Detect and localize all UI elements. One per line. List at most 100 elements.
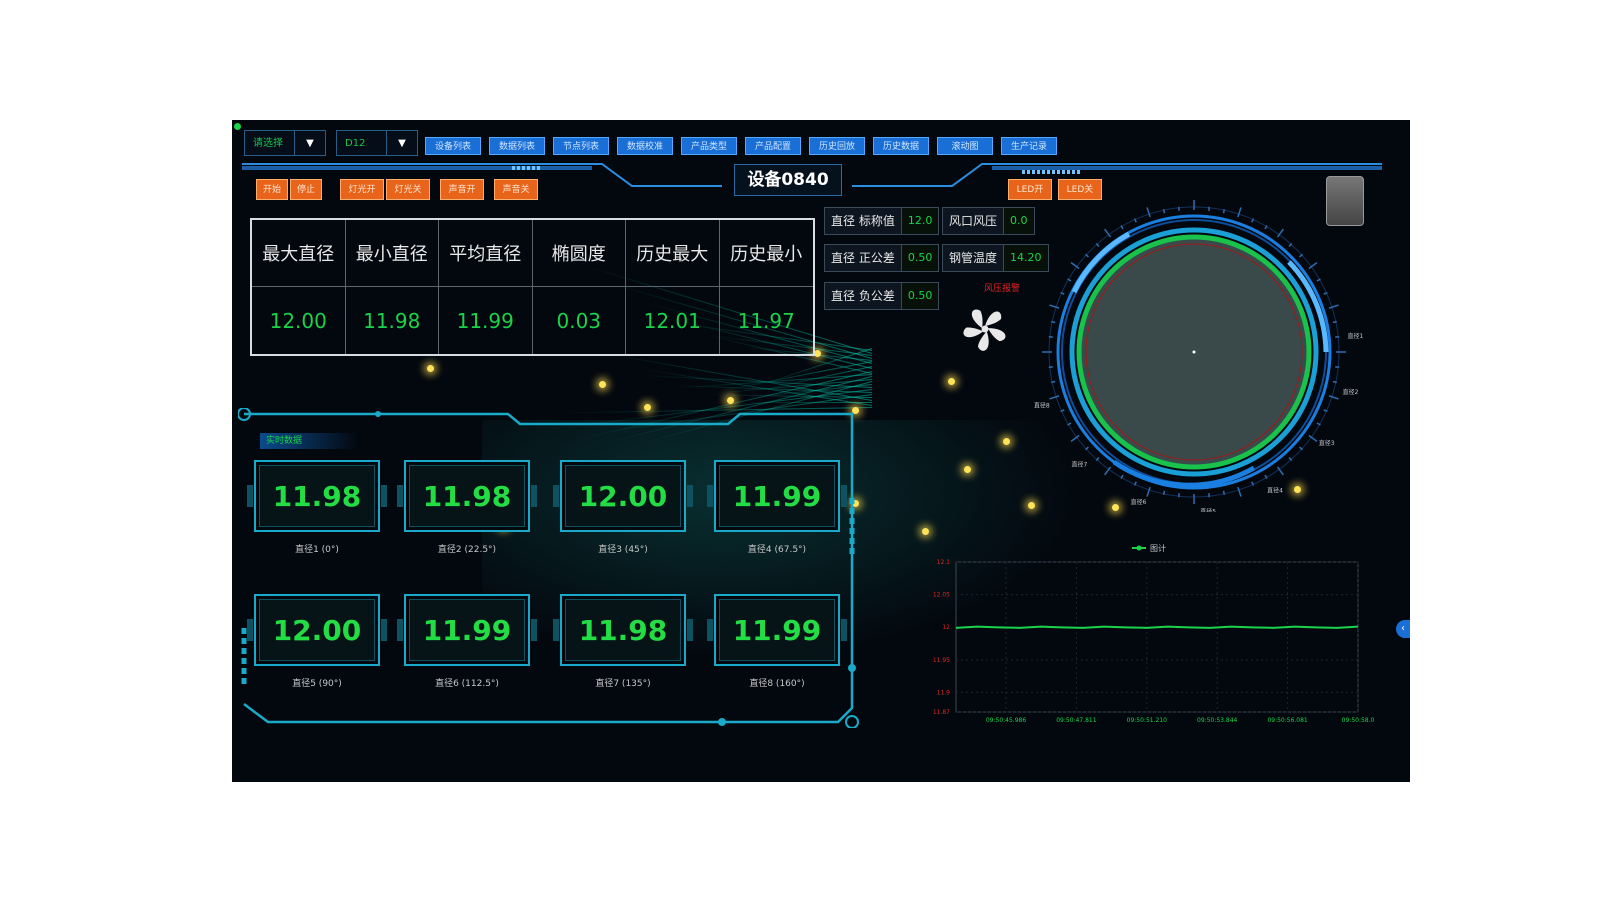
nav-scroll-chart[interactable]: 滚动图 [937, 137, 993, 155]
light-on-button[interactable]: 灯光开 [340, 179, 384, 200]
chart-x-tick-label: 09:50:56.081 [1267, 717, 1307, 724]
diameter-card: 12.00 [560, 460, 686, 532]
gauge-tick [1328, 304, 1339, 309]
diameter-card-label: 直径7 (135°) [595, 679, 651, 689]
gauge-label: 直径7 [1072, 461, 1088, 469]
nav-production-log[interactable]: 生产记录 [1001, 137, 1057, 155]
diameter-card-value: 11.98 [578, 613, 668, 647]
card-edge-tab [707, 485, 713, 507]
gauge-label: 直径6 [1131, 498, 1147, 506]
diameter-card: 11.99 [714, 460, 840, 532]
card-edge-tab [531, 619, 537, 641]
sound-on-button[interactable]: 声音开 [440, 179, 484, 200]
diameter-card-label: 直径3 (45°) [598, 545, 648, 555]
port-select[interactable]: 请选择 ▼ [244, 130, 326, 156]
stats-header: 历史最大 [626, 220, 720, 287]
start-button[interactable]: 开始 [256, 179, 288, 200]
param-value[interactable]: 0.50 [901, 245, 939, 271]
chart-y-tick-label: 12.1 [937, 559, 951, 566]
param-value[interactable]: 0.0 [1004, 208, 1034, 234]
chart-y-tick-label: 11.87 [933, 709, 950, 716]
device-select[interactable]: D12 ▼ [336, 130, 418, 156]
port-select-value: 请选择 [253, 138, 283, 149]
card-edge-tab [687, 619, 693, 641]
param-label: 风口风压 [943, 208, 1005, 234]
diameter-card-label: 直径6 (112.5°) [435, 679, 499, 689]
card-edge-tab [553, 619, 559, 641]
gauge-tick [1162, 490, 1166, 495]
stop-button[interactable]: 停止 [290, 179, 322, 200]
fan-icon [963, 309, 1006, 351]
chart-plot-area [955, 561, 1359, 713]
gauge-label: 直径8 [1034, 401, 1050, 409]
card-edge-tab [397, 485, 403, 507]
param-label: 直径 正公差 [825, 245, 902, 271]
positive-tolerance-field: 直径 正公差 0.50 [824, 244, 940, 272]
glow-dot [814, 350, 821, 357]
gauge-tick [1237, 486, 1242, 497]
card-edge-tab [247, 619, 253, 641]
diameter-card-value: 11.99 [732, 479, 822, 513]
nav-product-type[interactable]: 产品类型 [681, 137, 737, 155]
diameter-card-value: 11.99 [422, 613, 512, 647]
nav-data-calibration[interactable]: 数据校准 [617, 137, 673, 155]
light-off-button[interactable]: 灯光关 [386, 179, 430, 200]
nav-data-list[interactable]: 数据列表 [489, 137, 545, 155]
stats-value: 11.99 [439, 287, 533, 354]
glow-dot [948, 378, 955, 385]
param-label: 钢管温度 [943, 245, 1005, 271]
gauge-tick [1084, 253, 1089, 258]
stats-header: 椭圆度 [532, 220, 626, 287]
nav-device-list[interactable]: 设备列表 [425, 137, 481, 155]
diameter-card-value: 11.98 [272, 479, 362, 513]
sound-off-button[interactable]: 声音关 [494, 179, 538, 200]
nav-node-list[interactable]: 节点列表 [553, 137, 609, 155]
chart-y-tick-label: 11.95 [933, 657, 950, 664]
chart-x-tick-label: 09:50:58.0 [1342, 717, 1375, 724]
card-edge-tab [841, 619, 847, 641]
nav-history-data[interactable]: 历史数据 [873, 137, 929, 155]
gauge-tick [1051, 320, 1056, 324]
app-window: 请选择 ▼ D12 ▼ 设备列表 数据列表 节点列表 数据校准 产品类型 产品配… [232, 120, 1410, 782]
stats-value: 11.97 [737, 308, 795, 333]
pipe-temperature-field: 钢管温度 14.20 [942, 244, 1049, 272]
chevron-left-icon[interactable]: ‹ [1396, 620, 1410, 638]
diameter-card-label: 直径4 (67.5°) [747, 545, 807, 555]
stats-value: 12.00 [252, 287, 346, 354]
diameter-card: 11.98 [404, 460, 530, 532]
gauge-tick [1299, 446, 1304, 451]
stats-header: 最大直径 [252, 220, 346, 287]
diameter-card-label: 直径8 (160°) [749, 679, 805, 689]
stats-value: 0.03 [533, 287, 626, 354]
chart-x-tick-label: 09:50:47.811 [1056, 717, 1096, 724]
cross-section-gauge: 直径1 直径2 直径3 直径4 直径5 直径6 直径7 直径8 [1034, 200, 1363, 512]
diameter-card-value: 12.00 [578, 479, 668, 513]
gauge-tick [1222, 209, 1226, 214]
gauge-tick [1146, 207, 1151, 218]
card-edge-tab [247, 485, 253, 507]
diameter-card: 11.98 [560, 594, 686, 666]
gauge-tick [1328, 395, 1339, 400]
nav-product-config[interactable]: 产品配置 [745, 137, 801, 155]
card-edge-tab [553, 485, 559, 507]
chart-x-tick-label: 09:50:51.210 [1127, 717, 1167, 724]
nav-history-playback[interactable]: 历史回放 [809, 137, 865, 155]
glow-dot [1003, 438, 1010, 445]
param-value[interactable]: 12.0 [901, 208, 939, 234]
chevron-down-icon[interactable]: ▼ [386, 131, 417, 155]
stats-header: 最小直径 [345, 220, 439, 287]
param-label: 直径 标称值 [825, 208, 902, 234]
chart-x-tick-label: 09:50:53.844 [1197, 717, 1237, 724]
stats-value: 11.98 [346, 287, 439, 354]
card-edge-tab [841, 485, 847, 507]
stats-header: 平均直径 [439, 220, 533, 287]
chevron-down-icon[interactable]: ▼ [294, 131, 325, 155]
diameter-card: 11.98 [254, 460, 380, 532]
gauge-label: 直径1 [1347, 332, 1363, 340]
chart-legend: 图计 [1132, 543, 1166, 553]
diameter-card-label: 直径2 (22.5°) [437, 545, 497, 555]
glow-dot [427, 365, 434, 372]
param-value[interactable]: 0.50 [901, 283, 939, 309]
diameter-card: 11.99 [714, 594, 840, 666]
glow-dot [599, 381, 606, 388]
